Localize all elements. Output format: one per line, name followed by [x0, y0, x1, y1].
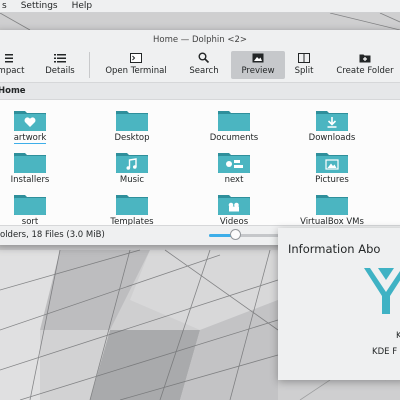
about-dialog: Information Abo K KDE F: [278, 228, 400, 380]
open-terminal-label: Open Terminal: [105, 66, 167, 76]
search-icon: [198, 51, 210, 64]
details-view-button[interactable]: Details: [42, 51, 78, 79]
toolbar-separator: [89, 52, 90, 78]
folder-download-icon: [316, 111, 348, 131]
kde-logo-icon: [364, 268, 400, 314]
preview-button[interactable]: Preview: [231, 51, 285, 79]
compact-view-icon: [5, 51, 17, 64]
folder-icon: [116, 195, 148, 215]
toolbar: mpact Details Open Terminal Search Previ…: [0, 48, 400, 83]
file-name: artwork: [13, 133, 47, 144]
folder-item[interactable]: VirtualBox VMs: [284, 192, 380, 227]
folder-music-icon: [116, 153, 148, 173]
menu-item-file[interactable]: s: [2, 1, 7, 11]
folder-icon: [316, 195, 348, 215]
folder-icon: [218, 111, 250, 131]
file-name: Installers: [10, 175, 50, 185]
folder-item[interactable]: Templates: [84, 192, 180, 227]
folder-icon: [14, 153, 46, 173]
status-text: olders, 18 Files (3.0 MiB): [0, 230, 105, 240]
file-name: Desktop: [114, 133, 150, 143]
preview-label: Preview: [241, 66, 275, 76]
create-folder-label: Create Folder: [336, 66, 394, 76]
folder-heart-icon: [14, 111, 46, 131]
compact-view-button[interactable]: mpact: [0, 51, 28, 79]
file-name: Documents: [209, 133, 259, 143]
breadcrumb-home[interactable]: Home: [0, 86, 26, 96]
split-button[interactable]: Split: [292, 51, 316, 79]
folder-icon: [14, 195, 46, 215]
menu-item-settings[interactable]: Settings: [21, 1, 58, 11]
dolphin-window: Home — Dolphin <2> mpact Details Open Te…: [0, 30, 400, 245]
zoom-slider-handle[interactable]: [230, 229, 242, 240]
file-name: Pictures: [315, 175, 349, 185]
search-label: Search: [189, 66, 219, 76]
folder-item[interactable]: Desktop: [84, 108, 180, 143]
folder-item[interactable]: Pictures: [284, 150, 380, 185]
about-dialog-title: Information Abo: [288, 242, 381, 256]
folder-item[interactable]: sort: [0, 192, 78, 227]
location-bar[interactable]: Home: [0, 83, 400, 100]
new-folder-icon: [359, 51, 371, 64]
folder-item[interactable]: artwork: [0, 108, 78, 144]
split-icon: [298, 51, 310, 64]
search-button[interactable]: Search: [186, 51, 222, 79]
file-view: artwork Desktop Documents Downloads Inst…: [0, 100, 400, 227]
folder-pictures-icon: [316, 153, 348, 173]
window-title: Home — Dolphin <2>: [153, 35, 247, 45]
folder-item[interactable]: Videos: [186, 192, 282, 227]
details-view-label: Details: [45, 66, 75, 76]
terminal-icon: [130, 51, 142, 64]
compact-view-label: mpact: [0, 66, 25, 76]
folder-item[interactable]: Music: [84, 150, 180, 185]
folder-item[interactable]: Documents: [186, 108, 282, 143]
folder-icon: [116, 111, 148, 131]
folder-item[interactable]: next: [186, 150, 282, 185]
preview-icon: [252, 51, 264, 64]
file-name: next: [224, 175, 244, 185]
about-line-2: KDE F: [372, 347, 398, 357]
menubar: s Settings Help: [0, 0, 400, 13]
details-view-icon: [54, 51, 66, 64]
folder-item[interactable]: Downloads: [284, 108, 380, 143]
file-name: Downloads: [308, 133, 356, 143]
split-label: Split: [294, 66, 314, 76]
folder-item[interactable]: Installers: [0, 150, 78, 185]
file-name: Music: [119, 175, 145, 185]
menu-item-help[interactable]: Help: [72, 1, 93, 11]
open-terminal-button[interactable]: Open Terminal: [98, 51, 174, 79]
folder-next-icon: [218, 153, 250, 173]
create-folder-button[interactable]: Create Folder: [332, 51, 398, 79]
folder-videos-icon: [218, 195, 250, 215]
about-line-1: K: [396, 331, 400, 341]
